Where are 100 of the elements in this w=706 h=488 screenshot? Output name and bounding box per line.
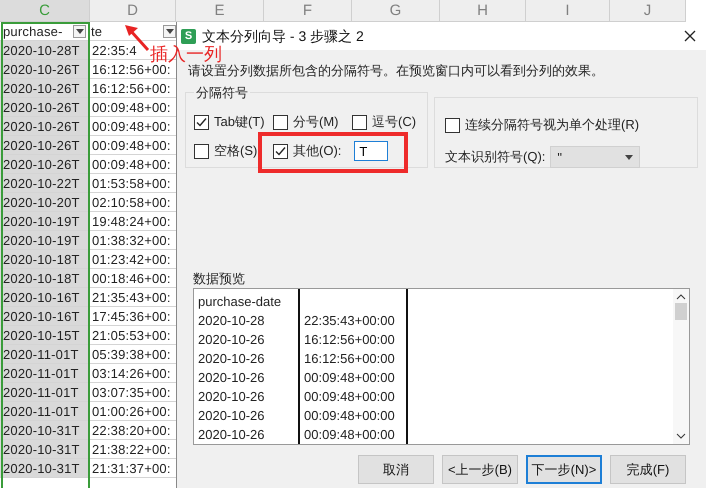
preview-cell-text: 00:09:48+00:00: [304, 369, 396, 387]
table-cell-text: 2020-10-31T: [2, 460, 80, 476]
table-cell-text: 17:45:36+00:: [91, 308, 171, 324]
option-label: Tab键(T): [214, 113, 265, 131]
dialog-button[interactable]: 下一步(N)>: [526, 455, 602, 484]
option-label: 其他(O):: [293, 142, 342, 160]
preview-cell-text: 00:09:48+00:00: [304, 388, 396, 406]
preview-cell-text: 2020-10-28: [198, 312, 266, 330]
table-cell-text: 2020-11-01T: [2, 384, 79, 400]
table-cell-text: 2020-10-19T: [2, 232, 80, 248]
column-header[interactable]: F: [264, 0, 352, 22]
table-cell-text: 2020-11-01T: [2, 404, 79, 418]
option-label: 分号(M): [293, 113, 338, 131]
table-cell-text: 02:10:58+00:: [91, 194, 171, 210]
table-cell-text: 00:09:48+00:: [91, 100, 171, 114]
table-cell: te: [91, 24, 102, 38]
checkbox[interactable]: [273, 144, 288, 158]
column-header[interactable]: J: [610, 0, 686, 22]
table-cell-text: 16:12:56+00:: [91, 80, 171, 96]
table-cell-text: 21:05:53+00:: [91, 328, 171, 342]
preview-cell-text: 2020-10-26: [198, 426, 266, 444]
table-cell-text: 2020-10-19T: [2, 214, 80, 228]
scroll-thumb[interactable]: [675, 303, 687, 320]
table-cell-text: 16:12:56+00:: [91, 62, 171, 76]
option-label: 连续分隔符号视为单个处理(R): [465, 116, 640, 134]
checkbox[interactable]: [273, 114, 288, 130]
option-label: 逗号(C): [372, 113, 416, 131]
table-cell-text: purchase-: [2, 24, 64, 38]
table-cell-text: 2020-10-31T: [2, 422, 80, 438]
preview-cell-text: 2020-10-26: [198, 331, 266, 349]
preview-cell-text: 22:35:43+00:00: [304, 312, 396, 330]
column-header[interactable]: I: [526, 0, 610, 22]
preview-cell-text: 2020-10-26: [198, 350, 266, 368]
group-title: 分隔符号: [194, 84, 250, 102]
dialog-button[interactable]: 取消: [358, 455, 434, 484]
table-cell-text: 21:31:37+00:: [91, 460, 171, 476]
table-cell-text: 22:38:20+00:: [91, 422, 171, 438]
checkbox[interactable]: [194, 114, 209, 130]
annotation-text: 插入一列: [150, 45, 222, 63]
table-cell-text: 01:00:26+00:: [91, 404, 171, 418]
table-cell-text: 2020-10-18T: [2, 270, 80, 286]
table-cell-text: 01:23:42+00:: [91, 252, 171, 266]
app-icon: S: [181, 28, 196, 44]
table-cell-text: 19:48:24+00:: [91, 214, 171, 228]
qualifier-select[interactable]: ": [550, 146, 640, 168]
table-cell-text: 03:14:26+00:: [91, 366, 171, 380]
table-cell-text: 03:07:35+00:: [91, 384, 171, 400]
checkbox[interactable]: [194, 144, 209, 158]
preview-cell-text: 00:09:48+00:00: [304, 407, 396, 425]
table-cell-text: 2020-10-26T: [2, 80, 80, 96]
table-cell-text: 2020-10-26T: [2, 62, 80, 76]
scroll-up-icon[interactable]: [676, 293, 686, 301]
table-cell-text: 2020-11-01T: [2, 346, 79, 362]
instruction-text: 请设置分列数据所包含的分隔符号。在预览窗口内可以看到分列的效果。: [188, 62, 605, 80]
scrollbar[interactable]: [673, 289, 689, 444]
close-icon[interactable]: [684, 30, 696, 42]
column-header[interactable]: H: [440, 0, 526, 22]
table-cell-text: 00:18:46+00:: [91, 270, 171, 286]
table-cell-text: 2020-10-16T: [2, 308, 80, 324]
scroll-down-icon[interactable]: [676, 432, 686, 440]
column-header[interactable]: D: [90, 0, 176, 22]
caret-icon: [166, 28, 174, 34]
table-cell-text: 2020-10-26T: [2, 118, 80, 134]
table-cell-text: 00:09:48+00:: [91, 156, 171, 172]
table-cell-text: 2020-10-15T: [2, 328, 80, 342]
option-label: 文本识别符号(Q):: [445, 148, 546, 166]
window-title: 文本分列向导 - 3 步骤之 2: [202, 28, 364, 44]
preview-cell-text: 2020-10-26: [198, 369, 266, 387]
preview-cell-text: 2020-10-26: [198, 388, 266, 406]
caret-icon: [625, 154, 634, 160]
table-cell-text: 00:09:48+00:: [91, 118, 171, 134]
filter-button[interactable]: [73, 24, 86, 38]
table-cell-text: 01:38:32+00:: [91, 232, 171, 248]
dialog-button[interactable]: <上一步(B): [442, 455, 518, 484]
table-cell-text: 01:53:58+00:: [91, 176, 171, 190]
table-cell-text: 22:35:4: [91, 42, 137, 58]
preview-cell-text: 2020-10-26: [198, 407, 266, 425]
table-cell-text: 2020-10-22T: [2, 176, 80, 190]
column-header[interactable]: G: [352, 0, 440, 22]
checkbox[interactable]: [352, 114, 367, 130]
table-cell-text: 05:39:38+00:: [91, 346, 171, 362]
table-cell-text: 2020-10-18T: [2, 252, 80, 266]
column-header[interactable]: E: [176, 0, 264, 22]
preview-cell-text: purchase-date: [198, 293, 282, 311]
checkbox[interactable]: [445, 118, 460, 132]
column-header[interactable]: C: [0, 0, 90, 22]
preview-cell-text: 16:12:56+00:00: [304, 331, 396, 349]
preview-title: 数据预览: [193, 270, 246, 288]
dialog-button[interactable]: 完成(F): [610, 455, 686, 484]
delimiter-input[interactable]: T: [354, 141, 388, 161]
table-cell-text: 2020-10-20T: [2, 194, 80, 210]
caret-icon: [76, 28, 84, 34]
table-cell-text: 2020-10-16T: [2, 290, 80, 304]
table-cell-text: 2020-10-26T: [2, 100, 80, 114]
option-label: 空格(S): [214, 142, 258, 160]
filter-button[interactable]: [163, 24, 176, 38]
table-cell-text: 21:35:43+00:: [91, 290, 171, 304]
table-cell-text: 00:09:48+00:: [91, 138, 171, 152]
preview-cell-text: 16:12:56+00:00: [304, 350, 396, 368]
table-cell-text: 2020-11-01T: [2, 366, 79, 380]
